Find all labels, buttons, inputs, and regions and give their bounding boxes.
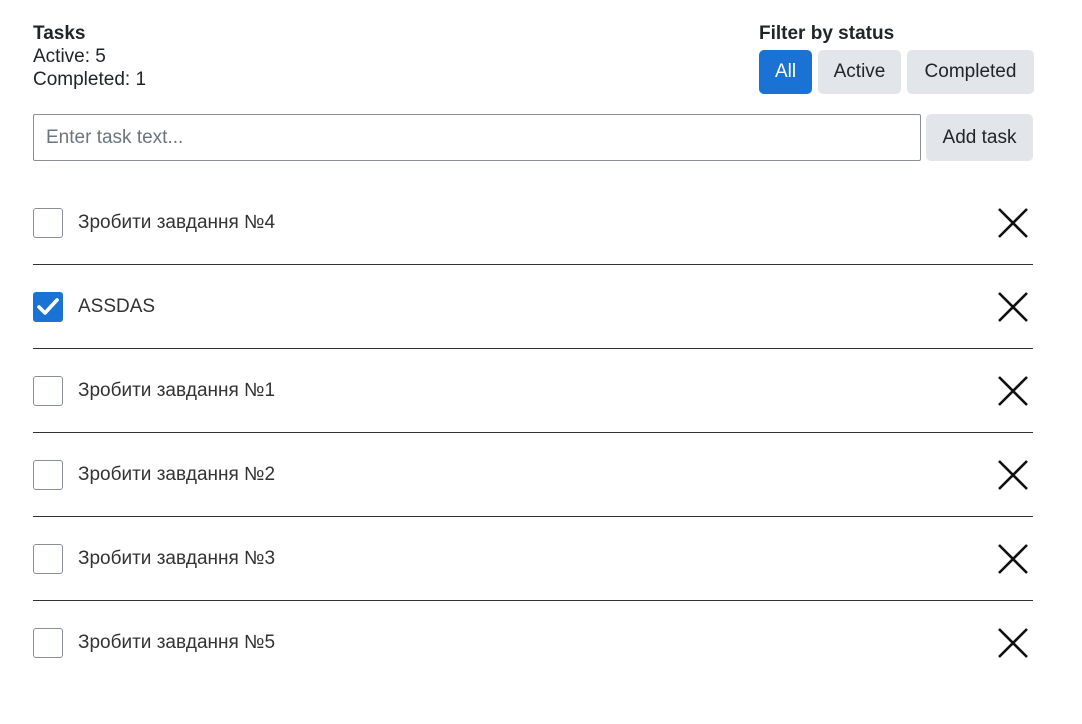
task-checkbox[interactable] bbox=[33, 544, 63, 574]
task-text: Зробити завдання №1 bbox=[78, 380, 276, 401]
close-icon[interactable] bbox=[996, 374, 1030, 408]
task-item: Зробити завдання №4 bbox=[33, 181, 1033, 265]
task-text: Зробити завдання №4 bbox=[78, 212, 276, 233]
task-checkbox[interactable] bbox=[33, 376, 63, 406]
check-icon bbox=[37, 298, 59, 315]
add-task-form: Add task bbox=[33, 114, 1033, 161]
task-stats: Tasks Active: 5 Completed: 1 bbox=[33, 22, 146, 91]
active-count: Active: 5 bbox=[33, 46, 106, 67]
close-icon[interactable] bbox=[996, 290, 1030, 324]
status-filter: Filter by status All Active Completed bbox=[759, 22, 1034, 94]
task-checkbox[interactable] bbox=[33, 628, 63, 658]
close-icon[interactable] bbox=[996, 542, 1030, 576]
close-icon[interactable] bbox=[996, 206, 1030, 240]
filter-title: Filter by status bbox=[759, 23, 895, 44]
task-item: ASSDAS bbox=[33, 265, 1033, 349]
task-item: Зробити завдання №5 bbox=[33, 601, 1033, 685]
task-checkbox[interactable] bbox=[33, 460, 63, 490]
filter-completed-button[interactable]: Completed bbox=[907, 50, 1034, 94]
todo-app: Tasks Active: 5 Completed: 1 Filter by s… bbox=[0, 0, 1082, 724]
filter-active-button[interactable]: Active bbox=[818, 50, 901, 94]
task-checkbox[interactable] bbox=[33, 292, 63, 322]
task-list: Зробити завдання №4 ASSDAS Зробити завда… bbox=[33, 181, 1033, 685]
task-item: Зробити завдання №3 bbox=[33, 517, 1033, 601]
task-text-input[interactable] bbox=[33, 114, 921, 161]
close-icon[interactable] bbox=[996, 458, 1030, 492]
close-icon[interactable] bbox=[996, 626, 1030, 660]
task-text: ASSDAS bbox=[78, 296, 156, 317]
add-task-button[interactable]: Add task bbox=[926, 114, 1033, 161]
task-item: Зробити завдання №1 bbox=[33, 349, 1033, 433]
completed-count: Completed: 1 bbox=[33, 69, 147, 90]
task-text: Зробити завдання №2 bbox=[78, 464, 276, 485]
stats-title: Tasks bbox=[33, 23, 86, 44]
filter-buttons: All Active Completed bbox=[759, 50, 1034, 94]
task-item: Зробити завдання №2 bbox=[33, 433, 1033, 517]
task-text: Зробити завдання №5 bbox=[78, 632, 276, 653]
task-checkbox[interactable] bbox=[33, 208, 63, 238]
filter-all-button[interactable]: All bbox=[759, 50, 812, 94]
task-text: Зробити завдання №3 bbox=[78, 548, 276, 569]
